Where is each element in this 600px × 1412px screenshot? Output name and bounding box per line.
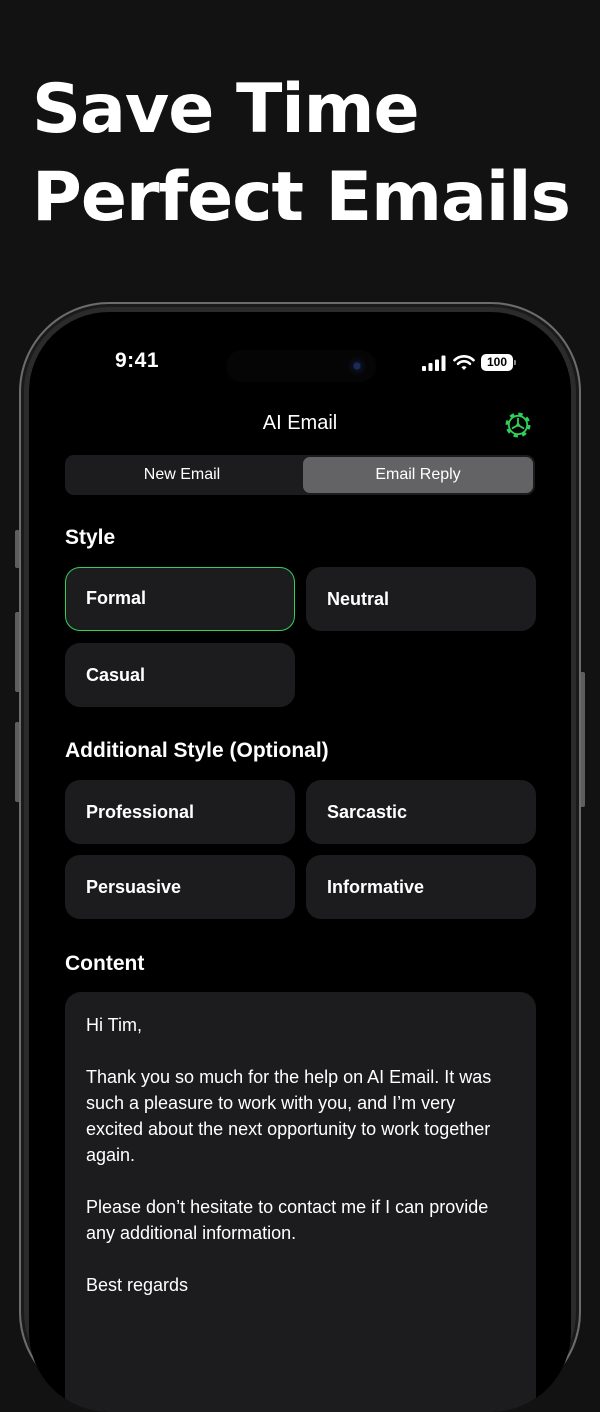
phone-screen: 9:41 100 AI Email New Email Email Reply … <box>29 312 571 1412</box>
additional-style-informative[interactable]: Informative <box>306 855 536 919</box>
content-textarea[interactable]: Hi Tim, Thank you so much for the help o… <box>65 992 536 1412</box>
headline-line-2: Perfect Emails <box>32 158 571 237</box>
headline-line-1: Save Time <box>32 70 420 149</box>
style-section-label: Style <box>65 526 116 549</box>
style-option-neutral[interactable]: Neutral <box>306 567 536 631</box>
additional-style-persuasive[interactable]: Persuasive <box>65 855 295 919</box>
content-section-label: Content <box>65 952 145 975</box>
tab-new-email[interactable]: New Email <box>67 457 297 493</box>
gear-icon[interactable] <box>503 410 533 440</box>
status-time: 9:41 <box>115 349 160 372</box>
tab-email-reply[interactable]: Email Reply <box>303 457 533 493</box>
cellular-signal-icon <box>422 355 446 371</box>
additional-style-professional[interactable]: Professional <box>65 780 295 844</box>
mode-segmented-control: New Email Email Reply <box>65 455 535 495</box>
app-title: AI Email <box>262 412 338 434</box>
style-option-formal[interactable]: Formal <box>65 567 295 631</box>
additional-style-section-label: Additional Style (Optional) <box>65 739 329 762</box>
style-option-casual[interactable]: Casual <box>65 643 295 707</box>
battery-icon: 100 <box>481 354 516 371</box>
additional-style-sarcastic[interactable]: Sarcastic <box>306 780 536 844</box>
status-icons: 100 <box>421 354 516 371</box>
headline: Save Time Perfect Emails <box>32 66 571 242</box>
content-text: Hi Tim, Thank you so much for the help o… <box>86 1015 492 1295</box>
wifi-icon <box>453 354 475 370</box>
camera-icon <box>347 356 367 376</box>
